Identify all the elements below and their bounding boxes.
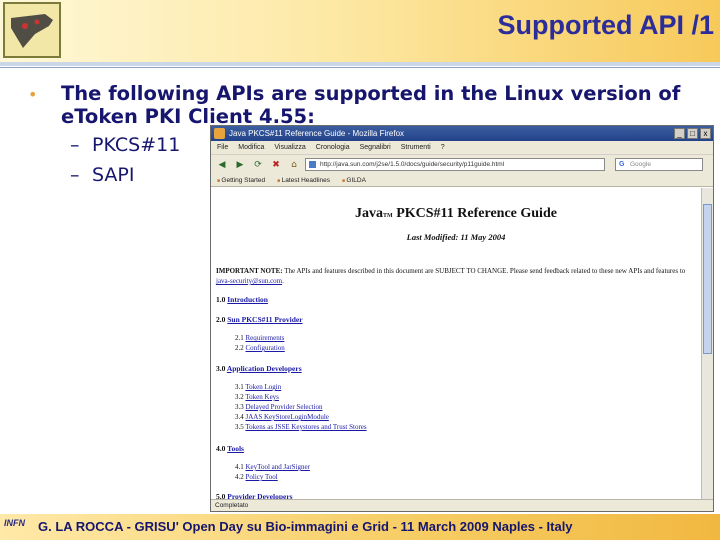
menu-segnalibri[interactable]: Segnalibri xyxy=(360,141,391,154)
home-icon[interactable]: ⌂ xyxy=(287,158,301,172)
subsection-number: 3.2 xyxy=(235,393,244,401)
browser-navbar: ◀ ▶ ⟳ ✖ ⌂ http://java.sun.com/j2se/1.5.0… xyxy=(211,154,713,174)
subsection-2-2: 2.2 Configuration xyxy=(235,344,285,352)
sub-item-dash: – xyxy=(70,164,80,186)
section-link-provider[interactable]: Sun PKCS#11 Provider xyxy=(227,315,302,324)
note-prefix: IMPORTANT NOTE: xyxy=(216,267,283,275)
subsection-link-policy-tool[interactable]: Policy Tool xyxy=(246,473,278,481)
subsection-link-jaas[interactable]: JAAS KeyStoreLoginModule xyxy=(246,413,329,421)
section-number: 3.0 xyxy=(216,364,226,373)
browser-statusbar: Completato xyxy=(211,499,713,511)
sub-item-label: SAPI xyxy=(92,164,135,186)
doc-important-note: IMPORTANT NOTE: The APIs and features de… xyxy=(216,266,686,286)
minimize-button[interactable]: _ xyxy=(674,128,685,139)
subsection-3-2: 3.2 Token Keys xyxy=(235,393,279,401)
doc-title-java: Java xyxy=(355,206,384,221)
note-text: The APIs and features described in this … xyxy=(282,267,686,275)
browser-titlebar: Java PKCS#11 Reference Guide - Mozilla F… xyxy=(211,126,713,141)
subsection-link-configuration[interactable]: Configuration xyxy=(246,344,285,352)
subsection-4-1: 4.1 KeyTool and JarSigner xyxy=(235,463,310,471)
sub-item-pkcs11: – PKCS#11 xyxy=(70,134,180,156)
feedback-email-link[interactable]: java-security@sun.com xyxy=(216,277,282,285)
menu-help[interactable]: ? xyxy=(441,141,445,154)
sicily-grid-logo xyxy=(3,2,61,58)
subsection-number: 3.5 xyxy=(235,423,244,431)
bookmarks-toolbar: Getting Started Latest Headlines GILDA xyxy=(211,174,713,187)
menu-modifica[interactable]: Modifica xyxy=(238,141,264,154)
section-link-tools[interactable]: Tools xyxy=(227,444,244,453)
reload-icon[interactable]: ⟳ xyxy=(251,158,265,172)
doc-title-tm: TM xyxy=(383,213,393,219)
subsection-3-1: 3.1 Token Login xyxy=(235,383,281,391)
search-input[interactable]: Google xyxy=(615,158,703,171)
stop-icon[interactable]: ✖ xyxy=(269,158,283,172)
scrollbar-thumb[interactable] xyxy=(703,204,712,354)
subsection-3-3: 3.3 Delayed Provider Selection xyxy=(235,403,322,411)
bookmark-getting-started[interactable]: Getting Started xyxy=(217,174,265,186)
firefox-icon xyxy=(214,128,225,139)
forward-icon[interactable]: ▶ xyxy=(233,158,247,172)
menu-cronologia[interactable]: Cronologia xyxy=(316,141,350,154)
sub-item-label: PKCS#11 xyxy=(92,134,181,156)
footer-text: G. LA ROCCA - GRISU' Open Day su Bio-imm… xyxy=(38,519,573,534)
section-1: 1.0 Introduction xyxy=(216,295,268,304)
window-controls: _ □ x xyxy=(674,128,711,139)
subsection-number: 3.3 xyxy=(235,403,244,411)
header-divider xyxy=(0,62,720,66)
section-3: 3.0 Application Developers xyxy=(216,364,302,373)
section-number: 4.0 xyxy=(216,444,226,453)
close-button[interactable]: x xyxy=(700,128,711,139)
section-2: 2.0 Sun PKCS#11 Provider xyxy=(216,315,303,324)
subsection-2-1: 2.1 Requirements xyxy=(235,334,284,342)
sub-item-dash: – xyxy=(70,134,80,156)
menu-strumenti[interactable]: Strumenti xyxy=(401,141,431,154)
section-link-app-developers[interactable]: Application Developers xyxy=(227,364,302,373)
header-divider-thin xyxy=(0,67,720,68)
doc-last-modified: Last Modified: 11 May 2004 xyxy=(406,232,506,242)
subsection-link-jsse[interactable]: Tokens as JSSE Keystores and Trust Store… xyxy=(245,423,366,431)
bookmark-gilda[interactable]: GILDA xyxy=(342,174,366,186)
url-input[interactable]: http://java.sun.com/j2se/1.5.0/docs/guid… xyxy=(305,158,605,171)
back-icon[interactable]: ◀ xyxy=(215,158,229,172)
subsection-number: 3.1 xyxy=(235,383,244,391)
page-content: JavaTM PKCS#11 Reference Guide Last Modi… xyxy=(211,188,701,501)
maximize-button[interactable]: □ xyxy=(687,128,698,139)
subsection-link-requirements[interactable]: Requirements xyxy=(246,334,285,342)
menu-file[interactable]: File xyxy=(217,141,228,154)
browser-window: Java PKCS#11 Reference Guide - Mozilla F… xyxy=(210,125,714,512)
doc-title: JavaTM PKCS#11 Reference Guide xyxy=(211,206,701,222)
slide-title: Supported API /1 xyxy=(497,10,714,40)
infn-logo: INFN xyxy=(4,518,25,528)
subsection-link-token-keys[interactable]: Token Keys xyxy=(245,393,279,401)
subsection-number: 2.1 xyxy=(235,334,244,342)
vertical-scrollbar[interactable] xyxy=(701,188,713,499)
slide-footer: INFN G. LA ROCCA - GRISU' Open Day su Bi… xyxy=(0,514,720,540)
bullet-marker: • xyxy=(28,85,38,104)
section-number: 1.0 xyxy=(216,295,226,304)
subsection-3-5: 3.5 Tokens as JSSE Keystores and Trust S… xyxy=(235,423,367,431)
subsection-link-delayed-selection[interactable]: Delayed Provider Selection xyxy=(246,403,323,411)
sub-item-sapi: – SAPI xyxy=(70,164,134,186)
subsection-number: 4.2 xyxy=(235,473,244,481)
section-link-introduction[interactable]: Introduction xyxy=(227,295,268,304)
section-4: 4.0 Tools xyxy=(216,444,244,453)
browser-window-title: Java PKCS#11 Reference Guide - Mozilla F… xyxy=(229,129,405,138)
bookmark-latest-headlines[interactable]: Latest Headlines xyxy=(277,174,330,186)
subsection-number: 3.4 xyxy=(235,413,244,421)
section-number: 2.0 xyxy=(216,315,226,324)
note-end: . xyxy=(282,277,284,285)
subsection-number: 4.1 xyxy=(235,463,244,471)
doc-title-rest: PKCS#11 Reference Guide xyxy=(392,206,557,221)
slide-header: Supported API /1 xyxy=(0,0,720,62)
browser-menubar: File Modifica Visualizza Cronologia Segn… xyxy=(211,141,713,154)
subsection-number: 2.2 xyxy=(235,344,244,352)
subsection-4-2: 4.2 Policy Tool xyxy=(235,473,278,481)
subsection-3-4: 3.4 JAAS KeyStoreLoginModule xyxy=(235,413,329,421)
menu-visualizza[interactable]: Visualizza xyxy=(274,141,305,154)
main-bullet: The following APIs are supported in the … xyxy=(61,82,681,128)
subsection-link-token-login[interactable]: Token Login xyxy=(245,383,281,391)
subsection-link-keytool[interactable]: KeyTool and JarSigner xyxy=(246,463,310,471)
